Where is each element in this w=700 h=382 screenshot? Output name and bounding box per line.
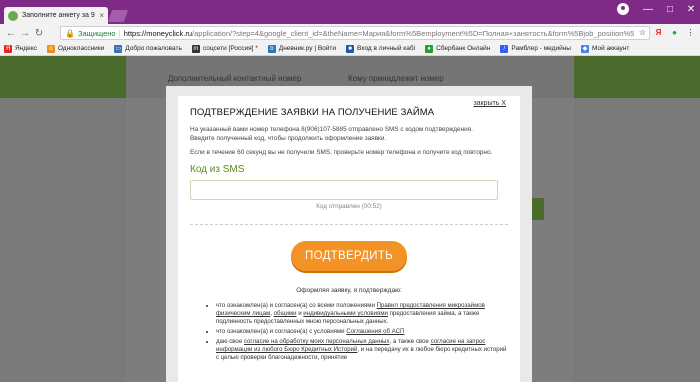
bookmark-label: Яндекс [15, 45, 37, 52]
bookmark-favicon-icon: ◆ [580, 44, 589, 53]
browser-titlebar: Заполните анкету за 90 × — □ ✕ [0, 0, 700, 24]
bookmark-favicon-icon: ● [425, 44, 434, 53]
confirm-button[interactable]: ПОДТВЕРДИТЬ [291, 241, 407, 272]
modal-instructions: На указанный вами номер телефона 8(906)1… [190, 126, 508, 143]
sms-code-label: Код из SMS [190, 164, 245, 176]
bookmark-label: Мой аккаунт [591, 45, 630, 52]
bookmark-favicon-icon: b [267, 44, 276, 53]
browser-tab[interactable]: Заполните анкету за 90 × [4, 7, 108, 24]
bookmark-item[interactable]: ■ Вход в личный кабі [346, 44, 416, 53]
lock-icon: 🔒 [65, 28, 75, 38]
sms-confirm-modal: закрыть X ПОДТВЕРЖДЕНИЕ ЗАЯВКИ НА ПОЛУЧЕ… [166, 86, 532, 382]
modal-title: ПОДТВЕРЖДЕНИЕ ЗАЯВКИ НА ПОЛУЧЕНИЕ ЗАЙМА [190, 107, 435, 118]
bookmark-item[interactable]: ▭ Добро пожаловать [114, 44, 182, 53]
tab-title: Заполните анкету за 90 [22, 12, 96, 19]
bookmark-item[interactable]: m соцсети [Россия] * [191, 44, 258, 53]
bookmark-favicon-icon: ■ [346, 44, 355, 53]
back-button[interactable]: ← [4, 28, 18, 39]
bookmark-item[interactable]: ● Сбербанк Онлайн [425, 44, 491, 53]
bookmark-item[interactable]: ◆ Мой аккаунт [580, 44, 630, 53]
bookmark-item[interactable]: b Дневник.ру | Войти [267, 44, 337, 53]
url-text[interactable]: https://moneyclick.ru/application/?step=… [124, 29, 635, 38]
code-sent-timer: Код отправлен (00:52) [316, 203, 382, 211]
bookmark-item[interactable]: о Одноклассники [46, 44, 105, 53]
tab-close-icon[interactable]: × [99, 11, 104, 20]
bookmark-label: Одноклассники [57, 45, 105, 52]
profile-icon[interactable] [617, 3, 629, 15]
bookmark-favicon-icon: / [500, 44, 509, 53]
bookmark-favicon-icon: m [191, 44, 200, 53]
address-bar[interactable]: 🔒 Защищено | https://moneyclick.ru/appli… [60, 26, 650, 40]
bookmark-label: Вход в личный кабі [357, 45, 416, 52]
bookmarks-bar: Я Яндекс о Одноклассники ▭ Добро пожаловать m с… [0, 42, 700, 56]
divider [190, 224, 508, 226]
yandex-extension-icon[interactable]: Я [653, 27, 664, 38]
browser-toolbar: ← → ↻ 🔒 Защищено | https://moneyclick.ru… [0, 24, 700, 42]
sms-code-input[interactable] [190, 180, 498, 201]
bookmark-star-icon[interactable]: ☆ [637, 27, 648, 38]
bookmark-label: соцсети [Россия] * [202, 45, 258, 52]
bookmark-favicon-icon: ▭ [114, 44, 123, 53]
reload-button[interactable]: ↻ [32, 28, 46, 39]
bookmark-label: Дневник.ру | Войти [278, 45, 337, 52]
link-asp-agreement[interactable]: Соглашения об АСП [346, 328, 404, 335]
agree-heading: Оформляя заявку, я подтверждаю: [296, 287, 402, 295]
forward-button[interactable]: → [18, 28, 32, 39]
bg-label-phone-owner: Кому принадлежит номер [348, 74, 444, 83]
bookmark-label: Рамблер - медийны [511, 45, 571, 52]
instruction-line-1: На указанный вами номер телефона 8(906)1… [190, 126, 473, 133]
bookmark-label: Добро пожаловать [125, 45, 182, 52]
toolbar-icons: ☆ Я ● ⋮ [637, 27, 696, 38]
bookmark-favicon-icon: Я [4, 44, 12, 53]
term-asp: что ознакомлен(а) и согласен(а) с услови… [216, 328, 508, 336]
instruction-line-2: Введите полученный код, чтобы продолжить… [190, 134, 387, 142]
modal-content: закрыть X ПОДТВЕРЖДЕНИЕ ЗАЯВКИ НА ПОЛУЧЕ… [178, 96, 520, 382]
link-general-terms[interactable]: общими [274, 310, 297, 317]
bookmark-favicon-icon: о [46, 44, 55, 53]
close-window-button[interactable]: ✕ [678, 2, 700, 16]
secure-label: Защищено [77, 28, 116, 38]
extension-icon[interactable]: ● [669, 27, 680, 38]
bookmark-item[interactable]: / Рамблер - медийны [500, 44, 571, 53]
bg-label-extra-phone: Дополнительный контактный номер [168, 74, 302, 83]
term-rules: что ознакомлен(а) и согласен(а) со всеми… [216, 302, 508, 326]
link-personal-data[interactable]: согласие на обработку моих персональных … [244, 338, 390, 345]
link-individual-terms[interactable]: индивидуальными условиями [303, 310, 388, 317]
resend-hint: Если в течение 60 секунд вы не получили … [190, 149, 493, 157]
term-personal-data: даю свое согласие на обработку моих перс… [216, 338, 508, 362]
terms-list: что ознакомлен(а) и согласен(а) со всеми… [190, 302, 508, 361]
address-separator: | [118, 28, 121, 38]
bookmark-item[interactable]: Я Яндекс [4, 44, 37, 53]
close-modal-link[interactable]: закрыть X [473, 100, 506, 107]
site-favicon-icon [8, 10, 18, 21]
chrome-menu-icon[interactable]: ⋮ [685, 27, 696, 38]
new-tab-button[interactable] [107, 10, 129, 22]
bookmark-label: Сбербанк Онлайн [436, 45, 491, 52]
